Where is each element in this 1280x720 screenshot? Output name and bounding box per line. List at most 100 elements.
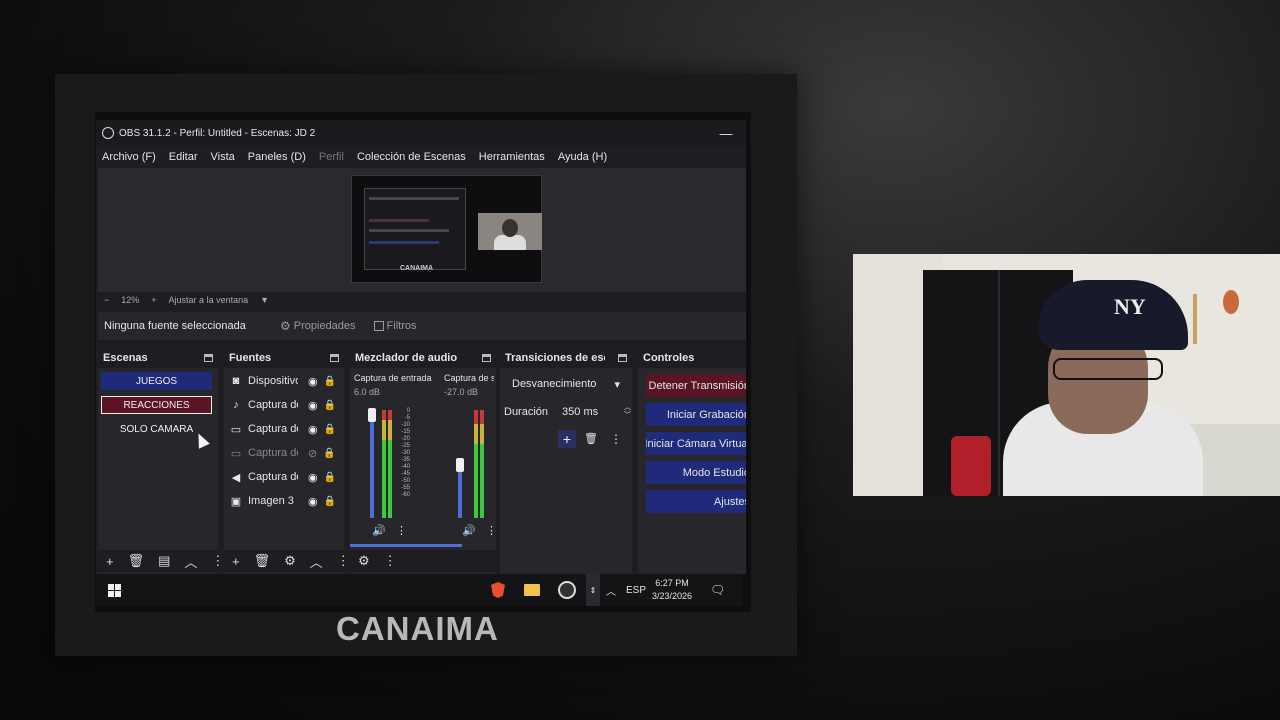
minimize-button[interactable]: — bbox=[706, 126, 746, 141]
title-bar: OBS 31.1.2 - Perfil: Untitled - Escenas:… bbox=[96, 120, 746, 146]
preview-screen-capture bbox=[364, 188, 466, 270]
popout-icon[interactable] bbox=[330, 354, 339, 362]
brave-icon[interactable] bbox=[491, 574, 505, 606]
add-scene-icon[interactable]: + bbox=[106, 554, 114, 569]
db-scale: 0 -5 -10 -15 -20 -25 -30 -35 -40 -45 -50 -55 -60 bbox=[394, 408, 410, 499]
level-meter bbox=[480, 410, 484, 518]
db-tick: -25 bbox=[401, 443, 410, 449]
menu-archivo[interactable]: Archivo (F) bbox=[102, 151, 156, 163]
add-source-icon[interactable]: + bbox=[232, 554, 240, 569]
preview-area[interactable]: CANAIMA bbox=[98, 168, 746, 292]
controls-title: Controles bbox=[643, 352, 695, 364]
trash-icon[interactable]: 🗑 bbox=[254, 553, 271, 569]
lock-icon[interactable]: 🔒 bbox=[324, 496, 336, 507]
source-item[interactable]: ▣ Imagen 3 ◉ 🔒 bbox=[230, 490, 350, 512]
sources-dock: Fuentes ◙ Dispositivo ◉ 🔒 ♪ Captura de ◉ 🔒… bbox=[224, 348, 350, 574]
chevron-up-icon[interactable]: ︿ bbox=[606, 574, 616, 606]
chevron-up-icon[interactable]: ︿ bbox=[184, 552, 197, 571]
menu-paneles[interactable]: Paneles (D) bbox=[248, 151, 306, 163]
more-icon[interactable]: ⋮ bbox=[610, 432, 622, 446]
more-icon[interactable]: ⋮ bbox=[337, 553, 350, 569]
db-tick: -55 bbox=[401, 485, 410, 491]
db-tick: -20 bbox=[401, 436, 410, 442]
lock-icon[interactable]: 🔒 bbox=[324, 400, 336, 411]
volume-knob[interactable] bbox=[456, 458, 464, 472]
scene-item-reacciones[interactable]: REACCIONES bbox=[101, 396, 212, 414]
volume-slider[interactable] bbox=[458, 468, 462, 518]
fit-window-label[interactable]: Ajustar a la ventana bbox=[169, 295, 249, 305]
menu-vista[interactable]: Vista bbox=[211, 151, 235, 163]
trash-icon[interactable]: 🗑 bbox=[128, 553, 145, 569]
zoom-in-button[interactable]: + bbox=[151, 295, 156, 305]
volume-knob[interactable] bbox=[368, 408, 376, 422]
eye-icon[interactable]: ◉ bbox=[308, 423, 318, 436]
zoom-out-button[interactable]: − bbox=[104, 295, 109, 305]
source-item[interactable]: ◙ Dispositivo ◉ 🔒 bbox=[230, 370, 350, 392]
duration-row: Duración 350 ms ︿ ﹀ bbox=[504, 404, 631, 420]
program-preview[interactable]: CANAIMA bbox=[351, 175, 542, 283]
popout-icon[interactable] bbox=[618, 354, 627, 362]
eye-icon[interactable]: ◉ bbox=[308, 399, 318, 412]
controls-body: Detener Transmisión Iniciar Grabación In… bbox=[638, 368, 746, 574]
stop-stream-button[interactable]: Detener Transmisión bbox=[646, 374, 746, 397]
zoom-dropdown-icon[interactable]: ▼ bbox=[260, 295, 269, 305]
lock-icon[interactable]: 🔒 bbox=[324, 376, 336, 387]
more-icon[interactable]: ⋮ bbox=[396, 524, 407, 537]
scenes-title: Escenas bbox=[103, 352, 148, 364]
menu-ayuda[interactable]: Ayuda (H) bbox=[558, 151, 607, 163]
speaker-icon[interactable]: 🔊 bbox=[372, 524, 386, 537]
source-item[interactable]: ♪ Captura de ◉ 🔒 bbox=[230, 394, 350, 416]
more-icon[interactable]: ⋮ bbox=[211, 553, 224, 569]
transition-select[interactable]: Desvanecimiento ▾ bbox=[506, 374, 626, 394]
source-item[interactable]: ◀ Captura de ◉ 🔒 bbox=[230, 466, 350, 488]
source-item[interactable]: ▭ Captura de ◉ 🔒 bbox=[230, 418, 350, 440]
db-tick: -5 bbox=[404, 415, 410, 421]
folder-icon[interactable] bbox=[524, 574, 540, 606]
scene-item-juegos[interactable]: JUEGOS bbox=[101, 372, 212, 390]
advanced-audio-icon[interactable]: ⚙ bbox=[358, 553, 370, 569]
duration-stepper[interactable]: ︿ ﹀ bbox=[624, 404, 631, 420]
camera-icon: ◙ bbox=[232, 375, 240, 387]
menu-herramientas[interactable]: Herramientas bbox=[479, 151, 545, 163]
windows-start-icon[interactable] bbox=[108, 583, 121, 597]
speaker-icon[interactable]: 🔊 bbox=[462, 524, 476, 537]
popout-icon[interactable] bbox=[482, 354, 491, 362]
level-meter bbox=[474, 410, 478, 518]
properties-button[interactable]: ⚙ Propiedades bbox=[280, 319, 356, 333]
language-indicator[interactable]: ESP bbox=[626, 574, 646, 606]
chevron-up-icon[interactable]: ︿ bbox=[310, 552, 323, 571]
lock-icon[interactable]: 🔒 bbox=[324, 424, 336, 435]
volume-slider[interactable] bbox=[370, 418, 374, 518]
eye-icon[interactable]: ◉ bbox=[308, 495, 318, 508]
menu-perfil[interactable]: Perfil bbox=[319, 151, 344, 163]
clock[interactable]: 6:27 PM 3/23/2026 bbox=[652, 574, 692, 606]
menu-editar[interactable]: Editar bbox=[169, 151, 198, 163]
lock-icon[interactable]: 🔒 bbox=[323, 448, 335, 459]
notification-icon[interactable]: 🗨 bbox=[710, 574, 725, 606]
add-transition-icon[interactable]: + bbox=[558, 430, 576, 448]
start-virtualcam-button[interactable]: Iniciar Cámara Virtual bbox=[646, 432, 746, 455]
scroll-arrows-icon[interactable]: ⇕ bbox=[586, 574, 600, 606]
gear-icon: ⚙ bbox=[280, 319, 291, 333]
more-icon[interactable]: ⋮ bbox=[486, 524, 497, 537]
menu-coleccion[interactable]: Colección de Escenas bbox=[357, 151, 466, 163]
studio-mode-button[interactable]: Modo Estudio bbox=[646, 461, 746, 484]
popout-icon[interactable] bbox=[204, 354, 213, 362]
filters-button[interactable]: Filtros bbox=[373, 320, 417, 332]
gear-icon[interactable]: ⚙ bbox=[284, 553, 296, 569]
source-item[interactable]: ▭ Captura de ⊘ 🔒 bbox=[230, 442, 350, 464]
eye-icon[interactable]: ◉ bbox=[308, 471, 318, 484]
start-recording-button[interactable]: Iniciar Grabación bbox=[646, 403, 746, 426]
scene-filter-icon[interactable]: ▤ bbox=[158, 553, 170, 569]
mixer-scrollbar[interactable] bbox=[350, 544, 462, 547]
obs-taskbar-icon[interactable] bbox=[558, 574, 576, 606]
settings-button[interactable]: Ajustes bbox=[646, 490, 746, 513]
trash-icon[interactable]: 🗑 bbox=[584, 432, 598, 445]
eye-hidden-icon[interactable]: ⊘ bbox=[308, 447, 317, 460]
eye-icon[interactable]: ◉ bbox=[308, 375, 318, 388]
db-tick: -50 bbox=[401, 478, 410, 484]
duration-input[interactable]: 350 ms bbox=[558, 406, 614, 418]
lock-icon[interactable]: 🔒 bbox=[324, 472, 336, 483]
more-icon[interactable]: ⋮ bbox=[384, 553, 397, 569]
obs-window: OBS 31.1.2 - Perfil: Untitled - Escenas:… bbox=[96, 120, 746, 574]
